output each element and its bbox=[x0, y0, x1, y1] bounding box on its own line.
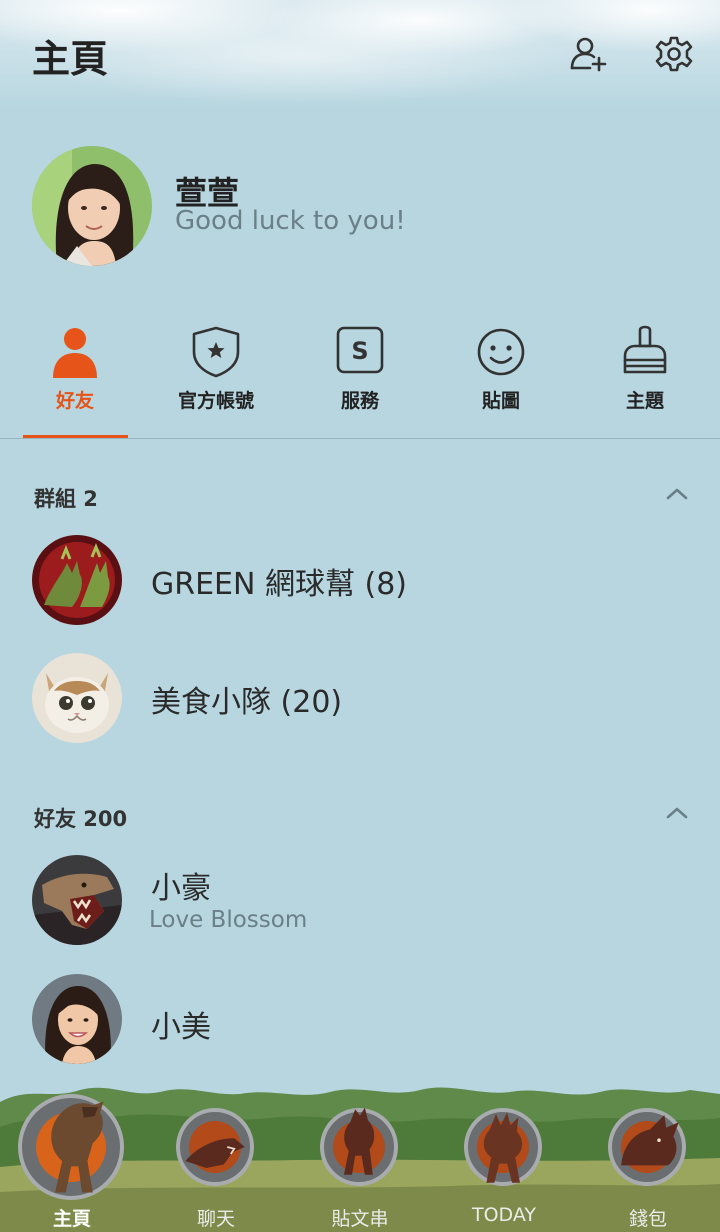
dinosaur-badge-icon bbox=[18, 1094, 124, 1200]
add-user-icon[interactable] bbox=[568, 34, 608, 74]
dinosaur-badge-icon bbox=[464, 1108, 542, 1186]
tab-label: 貼圖 bbox=[481, 390, 520, 412]
nav-label: TODAY bbox=[472, 1204, 536, 1226]
tab-official-accounts[interactable]: 官方帳號 bbox=[144, 318, 288, 438]
nav-timeline[interactable]: 貼文串 bbox=[288, 1082, 432, 1232]
bottom-navigation: 主頁 聊天 貼文串 TODAY 錢包 bbox=[0, 1082, 720, 1232]
nav-wallet[interactable]: 錢包 bbox=[576, 1082, 720, 1232]
dinosaur-badge-icon bbox=[176, 1108, 254, 1186]
divider bbox=[0, 438, 720, 439]
groups-section-header[interactable]: 群組 2 bbox=[34, 483, 98, 513]
tab-services[interactable]: S 服務 bbox=[288, 318, 432, 438]
shield-star-icon bbox=[192, 326, 240, 378]
group-name: GREEN 網球幫 (8) bbox=[151, 567, 408, 602]
friend-name: 小美 bbox=[151, 1010, 211, 1045]
nav-chat[interactable]: 聊天 bbox=[144, 1082, 288, 1232]
tab-label: 主題 bbox=[625, 390, 664, 412]
category-tabs: 好友 官方帳號 S 服務 貼圖 主題 bbox=[0, 318, 720, 438]
group-avatar bbox=[32, 653, 122, 743]
friend-avatar bbox=[32, 974, 122, 1064]
dinosaur-badge-icon bbox=[608, 1108, 686, 1186]
tab-friends[interactable]: 好友 bbox=[3, 318, 147, 438]
chevron-up-icon[interactable] bbox=[664, 804, 690, 820]
list-item[interactable]: 小美 bbox=[0, 974, 720, 1084]
smiley-icon bbox=[477, 328, 525, 376]
list-item[interactable]: 美食小隊 (20) bbox=[0, 653, 720, 763]
chevron-up-icon[interactable] bbox=[664, 485, 690, 501]
list-item[interactable]: GREEN 網球幫 (8) bbox=[0, 535, 720, 645]
nav-label: 錢包 bbox=[628, 1208, 667, 1230]
list-item[interactable]: 小豪 Love Blossom bbox=[0, 855, 720, 965]
tab-stickers[interactable]: 貼圖 bbox=[429, 318, 573, 438]
page-title: 主頁 bbox=[32, 37, 109, 81]
s-square-icon: S bbox=[336, 326, 384, 374]
nav-today[interactable]: TODAY bbox=[432, 1082, 576, 1232]
friends-section-header[interactable]: 好友 200 bbox=[34, 803, 127, 833]
profile-status-message[interactable]: Good luck to you! bbox=[175, 206, 406, 236]
tab-label: 官方帳號 bbox=[177, 390, 254, 412]
tab-label: 服務 bbox=[340, 390, 379, 412]
person-icon bbox=[53, 328, 97, 378]
friend-avatar bbox=[32, 855, 122, 945]
profile-avatar[interactable] bbox=[32, 146, 152, 266]
tab-themes[interactable]: 主題 bbox=[573, 318, 717, 438]
gear-icon[interactable] bbox=[654, 34, 694, 74]
header-bar: 主頁 bbox=[0, 0, 720, 110]
dinosaur-badge-icon bbox=[320, 1107, 398, 1186]
brush-icon bbox=[623, 325, 667, 374]
nav-home[interactable]: 主頁 bbox=[0, 1082, 144, 1232]
friend-status: Love Blossom bbox=[149, 907, 308, 933]
group-avatar bbox=[32, 535, 122, 625]
friend-name: 小豪 bbox=[151, 871, 211, 906]
svg-text:S: S bbox=[351, 337, 368, 365]
nav-label: 聊天 bbox=[196, 1208, 235, 1230]
group-name: 美食小隊 (20) bbox=[151, 685, 343, 720]
tab-label: 好友 bbox=[55, 390, 94, 412]
nav-label: 主頁 bbox=[52, 1208, 91, 1230]
nav-label: 貼文串 bbox=[331, 1208, 389, 1230]
